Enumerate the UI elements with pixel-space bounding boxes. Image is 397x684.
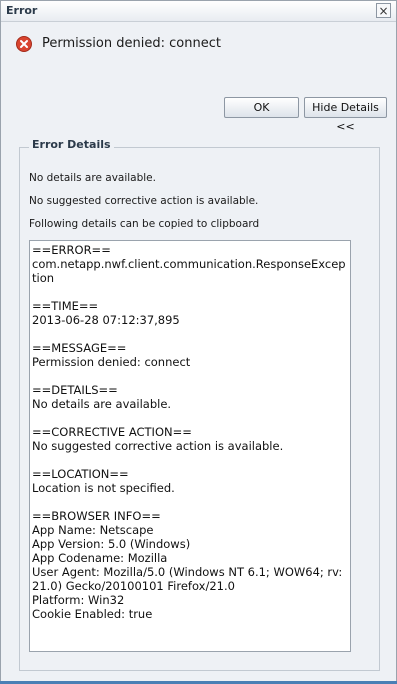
details-text: ==ERROR== com.netapp.nwf.client.communic… [32,243,346,621]
error-message: Permission denied: connect [42,36,221,51]
info-no-corrective-action: No suggested corrective action is availa… [29,195,259,207]
info-no-details: No details are available. [29,172,156,184]
info-copy-clipboard: Following details can be copied to clipb… [29,218,260,230]
error-details-legend: Error Details [29,138,114,151]
ok-button[interactable]: OK [224,97,299,118]
close-icon: × [378,4,389,18]
dialog-title: Error [6,4,38,17]
close-button[interactable]: × [376,3,391,18]
error-dialog: Error × Permission denied: connect OK Hi… [0,0,397,684]
hide-details-button[interactable]: Hide Details << [304,97,387,133]
details-textarea[interactable]: ==ERROR== com.netapp.nwf.client.communic… [29,240,351,652]
title-bar: Error × [1,1,396,22]
error-icon [16,36,32,52]
